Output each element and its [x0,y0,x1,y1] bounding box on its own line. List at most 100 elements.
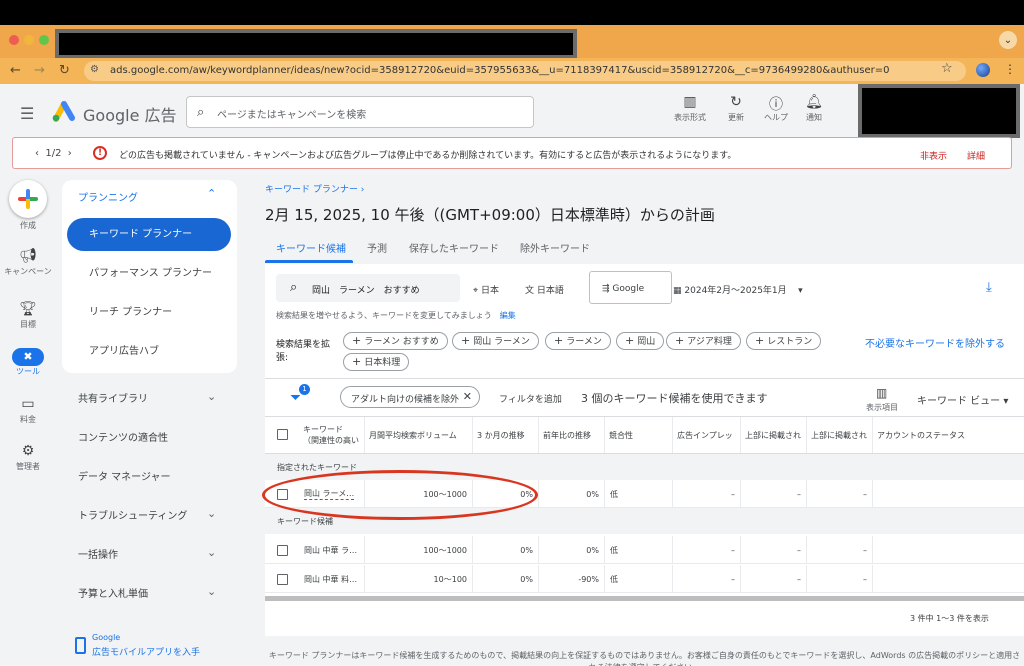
refine-chip[interactable]: + 岡山 [616,332,665,350]
nav-section-shared-library[interactable]: 共有ライブラリ ⌄ [62,390,237,410]
promo-mobile-app-link[interactable]: 広告モバイルアプリを入手 [92,645,200,658]
nav-item-reach-planner[interactable]: リーチ プランナー [67,296,231,329]
add-filter-button[interactable]: フィルタを追加 [499,392,562,405]
refine-chip[interactable]: + 日本料理 [343,353,410,371]
tab-saved-keywords[interactable]: 保存したキーワード [409,240,499,255]
hint-edit-link[interactable]: 編集 [500,311,516,320]
col-volume[interactable]: 月間平均検索ボリューム [365,417,473,453]
tab-keyword-ideas[interactable]: キーワード候補 [276,240,346,255]
col-yoy[interactable]: 前年比の推移 [539,417,605,453]
rail-create-label[interactable]: 作成 [0,220,56,231]
table-row[interactable]: 岡山 中華 料… 10～100 0% -90% 低 – – – [265,565,1024,593]
columns-icon[interactable]: ▥ [876,386,887,400]
alert-pager[interactable]: ‹ 1/2 › [35,148,72,159]
chip-label: ラーメン おすすめ [364,337,439,347]
rail-item-campaigns[interactable]: 📢︎ キャンペーン [0,248,56,277]
network-icon: ⇶ [602,284,610,294]
appearance-button[interactable]: ▥ 表示形式 [672,94,708,123]
col-competition[interactable]: 競合性 [605,417,673,453]
tab-forecast[interactable]: 予測 [367,240,387,255]
nav-section-planning[interactable]: プランニング [78,189,138,204]
maximize-window-button[interactable] [39,35,49,45]
refresh-button[interactable]: ↻ 更新 [720,94,752,123]
cell-keyword[interactable]: 岡山 中華 ラ… [299,536,365,564]
pagination-count: 3 件中 1～3 件を表示 [910,614,989,623]
rail-item-tools[interactable]: ✖ ツール [0,348,56,377]
refine-chip[interactable]: + 岡山 ラーメン [452,332,539,350]
col-account-status[interactable]: アカウントのステータス [873,417,1024,453]
refine-chip[interactable]: + ラーメン おすすめ [343,332,448,350]
site-settings-icon[interactable]: ⚙ [90,64,99,75]
bookmark-star-icon[interactable]: ☆ [941,61,953,76]
minimize-window-button[interactable] [24,35,34,45]
refresh-icon: ↻ [730,94,742,110]
refine-chip[interactable]: + アジア料理 [666,332,741,350]
cell-competition: 低 [605,565,673,593]
view-label: キーワード ビュー [917,396,1001,407]
nav-section-label: 予算と入札単価 [78,589,148,600]
gear-icon: ⚙ [21,443,35,459]
nav-item-app-ad-hub[interactable]: アプリ広告ハブ [67,335,231,368]
breadcrumb[interactable]: キーワード プランナー › [265,182,364,195]
page-search-input[interactable]: ⌕ ページまたはキャンペーンを検索 [186,96,534,128]
tab-list-chevron-icon[interactable]: ⌄ [999,31,1017,49]
col-top-bid-high[interactable]: 上部に掲載され [807,417,873,453]
chevron-up-icon[interactable]: ⌃ [207,187,216,200]
download-icon[interactable]: ⤓ [986,280,992,295]
browser-menu-icon[interactable]: ⋮ [1004,62,1016,76]
date-range-filter[interactable]: ▦ 2024年2月～2025年1月 ▾ [673,283,803,296]
table-row[interactable]: 岡山 中華 ラ… 100～1000 0% 0% 低 – – – [265,536,1024,564]
notifications-button[interactable]: 🔔︎ 通知 [798,94,830,123]
help-button[interactable]: ⓘ ヘルプ [760,94,792,123]
cell-volume: 100～1000 [365,536,473,564]
keyword-search-input[interactable]: ⌕ 岡山 ラーメン おすすめ [276,274,460,302]
footer-disclaimer: キーワード プランナーはキーワード候補を生成するためのもので、掲載結果の向上を保… [268,651,1021,666]
alert-details-link[interactable]: 詳細 [967,149,985,162]
profile-avatar-icon[interactable] [976,63,990,77]
nav-section-data-manager[interactable]: データ マネージャー [62,468,237,488]
nav-section-budgets-bids[interactable]: 予算と入札単価 ⌄ [62,585,237,605]
tab-negative-keywords[interactable]: 除外キーワード [520,240,590,255]
create-button[interactable] [9,180,47,218]
close-icon[interactable]: ✕ [463,390,472,403]
forward-arrow-icon[interactable]: → [34,63,45,78]
reload-icon[interactable]: ↻ [59,63,70,78]
hamburger-menu-icon[interactable]: ☰ [20,104,34,123]
google-ads-logo-icon[interactable] [52,100,76,122]
search-icon: ⌕ [290,280,298,295]
horizontal-scrollbar[interactable] [265,596,1024,601]
nav-item-keyword-planner[interactable]: キーワード プランナー [67,218,231,251]
col-keyword[interactable]: キーワード （関連性の高い [299,417,365,453]
columns-label[interactable]: 表示項目 [866,402,898,413]
nav-section-troubleshooting[interactable]: トラブルシューティング ⌄ [62,507,237,527]
select-all-checkbox[interactable] [277,429,288,440]
cell-keyword[interactable]: 岡山 中華 料… [299,565,365,593]
help-icon: ⓘ [769,97,783,113]
language-filter[interactable]: 文 日本語 [525,283,564,296]
keyword-view-dropdown[interactable]: キーワード ビュー ▾ [917,392,1008,407]
close-window-button[interactable] [9,35,19,45]
row-checkbox[interactable] [277,574,288,585]
cell-top-bid-low: – [741,565,807,593]
nav-section-content-suitability[interactable]: コンテンツの適合性 [62,429,237,449]
nav-section-bulk-actions[interactable]: 一括操作 ⌄ [62,546,237,566]
rail-item-admin[interactable]: ⚙ 管理者 [0,443,56,472]
alert-dismiss-link[interactable]: 非表示 [920,149,947,162]
promo-google[interactable]: Google [92,633,120,642]
col-top-bid-low[interactable]: 上部に掲載され [741,417,807,453]
url-field[interactable]: ⚙ ads.google.com/aw/keywordplanner/ideas… [84,61,966,81]
adult-filter-chip[interactable]: アダルト向けの候補を除外 ✕ [340,386,480,408]
rail-item-goals[interactable]: 🏆︎ 目標 [0,301,56,330]
exclude-keywords-link[interactable]: 不必要なキーワードを除外する [865,338,1005,352]
location-filter[interactable]: ⌖ 日本 [473,283,499,296]
rail-item-billing[interactable]: ▭ 料金 [0,396,56,425]
col-impression-share[interactable]: 広告インプレッ [673,417,741,453]
col-three-month[interactable]: 3 か月の推移 [473,417,539,453]
refine-chip[interactable]: + レストラン [746,332,822,350]
brand-name: Google 広告 [83,106,177,125]
nav-item-performance-planner[interactable]: パフォーマンス プランナー [67,257,231,290]
back-arrow-icon[interactable]: ← [10,63,21,78]
refine-chip[interactable]: + ラーメン [545,332,611,350]
network-filter[interactable]: ⇶ Google [589,271,672,304]
row-checkbox[interactable] [277,545,288,556]
